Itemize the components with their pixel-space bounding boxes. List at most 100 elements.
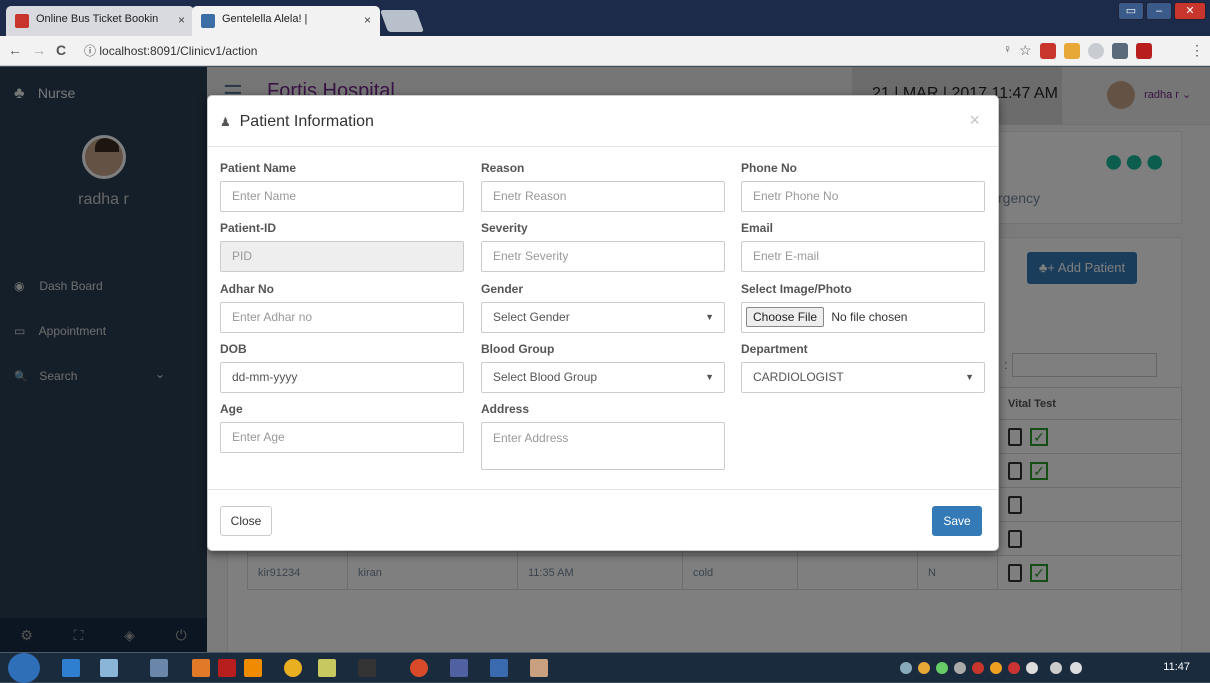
bus-site-favicon-icon [15, 14, 29, 28]
patient-name-input[interactable]: Enter Name [220, 181, 464, 212]
chrome-window-icon[interactable] [410, 659, 428, 677]
address-bar: ← → C ⓘ localhost:8091/Clinicv1/action ♀… [0, 36, 1210, 66]
caret-down-icon: ▼ [705, 312, 714, 322]
dob-group: DOB dd-mm-yyyy [220, 342, 464, 393]
tray-icon[interactable] [972, 662, 984, 674]
minimize-window-button[interactable]: – [1146, 2, 1172, 20]
close-icon[interactable]: × [969, 110, 980, 131]
extension-clapper-icon[interactable] [1112, 43, 1128, 59]
address-textarea[interactable]: Enter Address [481, 422, 725, 470]
extension-my-icon[interactable] [1040, 43, 1056, 59]
reason-input[interactable]: Enetr Reason [481, 181, 725, 212]
blood-group-select[interactable]: Select Blood Group ▼ [481, 362, 725, 393]
age-group: Age Enter Age [220, 402, 464, 453]
start-button[interactable] [8, 653, 40, 683]
taskbar-clock: 11:47 [1163, 661, 1190, 673]
field-label: Reason [481, 161, 525, 175]
department-select[interactable]: CARDIOLOGIST ▼ [741, 362, 985, 393]
url-field[interactable]: ⓘ localhost:8091/Clinicv1/action [84, 41, 984, 61]
info-icon[interactable]: ⓘ [84, 44, 96, 58]
field-label: Severity [481, 221, 528, 235]
patient-information-modal: ♟ Patient Information × Patient Name Ent… [207, 95, 999, 551]
field-label: Address [481, 402, 530, 416]
gender-select[interactable]: Select Gender ▼ [481, 302, 725, 333]
extension-puzzle-icon[interactable] [1064, 43, 1080, 59]
photo-file-input[interactable]: Choose File No file chosen [741, 302, 985, 333]
email-field[interactable]: Enetr E-mail [741, 241, 985, 272]
browser-tab-gentelella[interactable]: Gentelella Alela! | × [192, 6, 380, 36]
modal-title: Patient Information [239, 113, 374, 130]
close-tab-icon[interactable]: × [178, 13, 185, 27]
back-icon[interactable]: ← [8, 42, 22, 58]
notes-icon[interactable] [150, 659, 168, 677]
department-select-value: CARDIOLOGIST [753, 370, 844, 384]
eclipse-icon[interactable] [450, 659, 468, 677]
severity-group: Severity Enetr Severity [481, 221, 725, 272]
gender-group: Gender Select Gender ▼ [481, 282, 725, 333]
paint-icon[interactable] [530, 659, 548, 677]
cmd-icon[interactable] [358, 659, 376, 677]
close-window-button[interactable]: ✕ [1174, 2, 1206, 20]
tray-icon[interactable] [954, 662, 966, 674]
ie-icon[interactable] [62, 659, 80, 677]
tray-icon[interactable] [936, 662, 948, 674]
field-label: Adhar No [220, 282, 274, 296]
star-icon[interactable]: ☆ [1019, 42, 1032, 59]
key-icon[interactable]: ♀ [1003, 42, 1012, 56]
user-icon: ♟ [220, 115, 231, 129]
modal-header: ♟ Patient Information × [208, 96, 998, 147]
tray-icon[interactable] [1008, 662, 1020, 674]
adhar-group: Adhar No Enter Adhar no [220, 282, 464, 333]
patient-id-group: Patient-ID PID [220, 221, 464, 272]
media-icon[interactable] [192, 659, 210, 677]
close-button[interactable]: Close [220, 506, 272, 536]
gender-select-value: Select Gender [493, 310, 570, 324]
gentelella-favicon-icon [201, 14, 215, 28]
tab-label: Gentelella Alela! | [222, 13, 308, 25]
address-group: Address Enter Address [481, 402, 725, 470]
close-tab-icon[interactable]: × [364, 13, 371, 27]
tab-label: Online Bus Ticket Bookin [36, 13, 159, 25]
notepad-icon[interactable] [318, 659, 336, 677]
severity-input[interactable]: Enetr Severity [481, 241, 725, 272]
browser-tab-bar: Online Bus Ticket Bookin × Gentelella Al… [0, 0, 1210, 36]
age-input[interactable]: Enter Age [220, 422, 464, 453]
department-group: Department CARDIOLOGIST ▼ [741, 342, 985, 393]
volume-icon[interactable] [1070, 662, 1082, 674]
explorer-icon[interactable] [100, 659, 118, 677]
patient-id-input: PID [220, 241, 464, 272]
blood-group-select-value: Select Blood Group [493, 370, 598, 384]
chrome-icon[interactable] [284, 659, 302, 677]
phone-input[interactable]: Enetr Phone No [741, 181, 985, 212]
photo-group: Select Image/Photo Choose File No file c… [741, 282, 985, 333]
dob-input[interactable]: dd-mm-yyyy [220, 362, 464, 393]
vlc-icon[interactable] [244, 659, 262, 677]
pdf-icon[interactable] [218, 659, 236, 677]
choose-file-button[interactable]: Choose File [746, 307, 825, 327]
patient-name-group: Patient Name Enter Name [220, 161, 464, 212]
forward-icon[interactable]: → [32, 42, 46, 58]
reload-icon[interactable]: C [56, 42, 66, 58]
extension-pdf-icon[interactable] [1136, 43, 1152, 59]
tray-icon[interactable] [990, 662, 1002, 674]
browser-menu-icon[interactable]: ⋮ [1190, 42, 1204, 59]
adhar-input[interactable]: Enter Adhar no [220, 302, 464, 333]
url-text: localhost:8091/Clinicv1/action [99, 44, 258, 58]
save-button[interactable]: Save [932, 506, 982, 536]
network-icon[interactable] [1050, 662, 1062, 674]
tray-icon[interactable] [918, 662, 930, 674]
extension-circle-icon[interactable] [1088, 43, 1104, 59]
tray-icon[interactable] [1026, 662, 1038, 674]
email-group: Email Enetr E-mail [741, 221, 985, 272]
field-label: Department [741, 342, 808, 356]
restore-window-button[interactable]: ▭ [1118, 2, 1144, 20]
field-label: Age [220, 402, 243, 416]
new-tab-button[interactable] [379, 10, 425, 32]
field-label: Email [741, 221, 774, 235]
field-label: Phone No [741, 161, 797, 175]
tray-icon[interactable] [900, 662, 912, 674]
file-status: No file chosen [831, 310, 908, 324]
field-label: Gender [481, 282, 524, 296]
app-icon[interactable] [490, 659, 508, 677]
browser-tab-bus-booking[interactable]: Online Bus Ticket Bookin × [6, 6, 194, 36]
